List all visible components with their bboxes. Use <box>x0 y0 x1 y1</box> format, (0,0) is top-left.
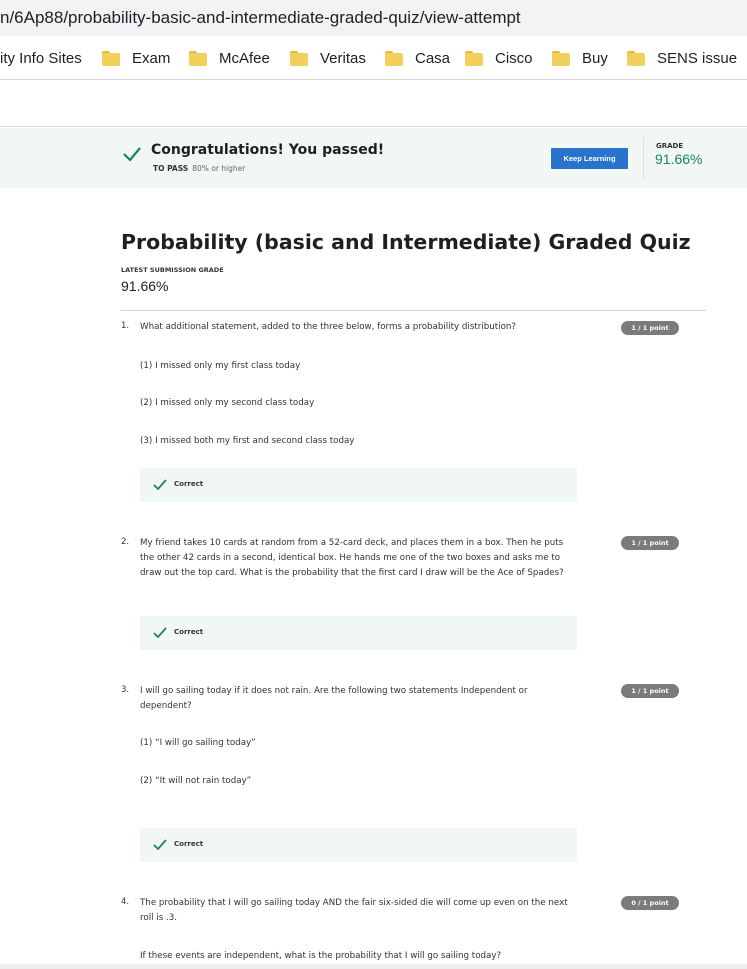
feedback-correct: Correct <box>140 468 577 502</box>
folder-icon <box>465 50 483 66</box>
grade-value: 91.66% <box>655 151 703 167</box>
bookmark-label: Casa <box>415 49 451 67</box>
bookmark-label: Veritas <box>320 49 366 67</box>
bookmark-label: ity Info Sites <box>0 49 82 67</box>
answer-option[interactable]: (3) I missed both my first and second cl… <box>140 436 354 446</box>
question-text: My friend takes 10 cards at random from … <box>140 538 564 578</box>
address-bar[interactable]: n/6Ap88/probability-basic-and-intermedia… <box>0 0 747 36</box>
keep-learning-button[interactable]: Keep Learning <box>551 148 628 169</box>
question-number: 2. <box>121 537 130 547</box>
feedback-label: Correct <box>174 628 204 636</box>
folder-icon <box>102 50 120 66</box>
question-followup: If these events are independent, what is… <box>140 951 502 961</box>
bookmark-label: Cisco <box>495 49 533 67</box>
feedback-label: Correct <box>174 480 204 488</box>
pass-message: Congratulations! You passed! <box>151 142 385 158</box>
folder-icon <box>385 50 403 66</box>
bookmark-label: Buy <box>582 49 608 67</box>
page-title: Probability (basic and Intermediate) Gra… <box>121 230 691 254</box>
bookmark-label: Exam <box>132 49 171 67</box>
points-badge: 1 / 1 point <box>621 321 679 335</box>
grade-divider <box>643 137 644 179</box>
to-pass-value: 80% or higher <box>192 164 246 173</box>
question-text: The probability that I will go sailing t… <box>140 898 568 923</box>
feedback-label: Correct <box>174 840 204 848</box>
points-badge: 0 / 1 point <box>621 896 679 910</box>
to-pass-label: TO PASS <box>153 164 189 173</box>
bookmark-veritas[interactable]: Veritas <box>290 48 366 68</box>
result-banner <box>0 128 747 188</box>
bookmark-label: McAfee <box>219 49 270 67</box>
question-text: I will go sailing today if it does not r… <box>140 686 528 711</box>
answer-option[interactable]: (2) I missed only my second class today <box>140 398 314 408</box>
check-icon <box>153 479 167 491</box>
bookmark-casa[interactable]: Casa <box>385 48 450 68</box>
feedback-correct: Correct <box>140 828 577 862</box>
answer-option[interactable]: (1) I missed only my first class today <box>140 361 300 371</box>
answer-option[interactable]: (2) “It will not rain today” <box>140 776 251 786</box>
bookmark-buy[interactable]: Buy <box>552 48 608 68</box>
question-text: What additional statement, added to the … <box>140 322 517 332</box>
to-pass-info: TO PASS 80% or higher <box>153 164 245 173</box>
check-icon <box>153 839 167 851</box>
bookmark-cisco[interactable]: Cisco <box>465 48 533 68</box>
bookmark-exam[interactable]: Exam <box>102 48 170 68</box>
feedback-correct: Correct <box>140 616 577 650</box>
check-icon <box>123 147 141 162</box>
bookmark-info-sites[interactable]: ity Info Sites <box>0 48 82 68</box>
question-number: 3. <box>121 685 130 695</box>
section-divider <box>121 310 706 311</box>
folder-icon <box>627 50 645 66</box>
points-badge: 1 / 1 point <box>621 684 679 698</box>
bookmark-sens-issue[interactable]: SENS issue <box>627 48 737 68</box>
folder-icon <box>290 50 308 66</box>
latest-grade-label: LATEST SUBMISSION GRADE <box>121 266 224 274</box>
check-icon <box>153 627 167 639</box>
question-number: 1. <box>121 321 130 331</box>
url-text[interactable]: n/6Ap88/probability-basic-and-intermedia… <box>0 8 521 28</box>
bookmarks-bar: ity Info Sites Exam McAfee Veritas Casa … <box>0 36 747 80</box>
folder-icon <box>189 50 207 66</box>
page-top-bar <box>0 81 747 127</box>
folder-icon <box>552 50 570 66</box>
question-number: 4. <box>121 897 130 907</box>
bookmark-label: SENS issue <box>657 49 738 67</box>
points-badge: 1 / 1 point <box>621 536 679 550</box>
bookmark-mcafee[interactable]: McAfee <box>189 48 270 68</box>
latest-grade-value: 91.66% <box>121 278 169 294</box>
answer-option[interactable]: (1) “I will go sailing today” <box>140 738 256 748</box>
grade-label: GRADE <box>656 142 684 150</box>
scroll-edge <box>0 964 747 969</box>
